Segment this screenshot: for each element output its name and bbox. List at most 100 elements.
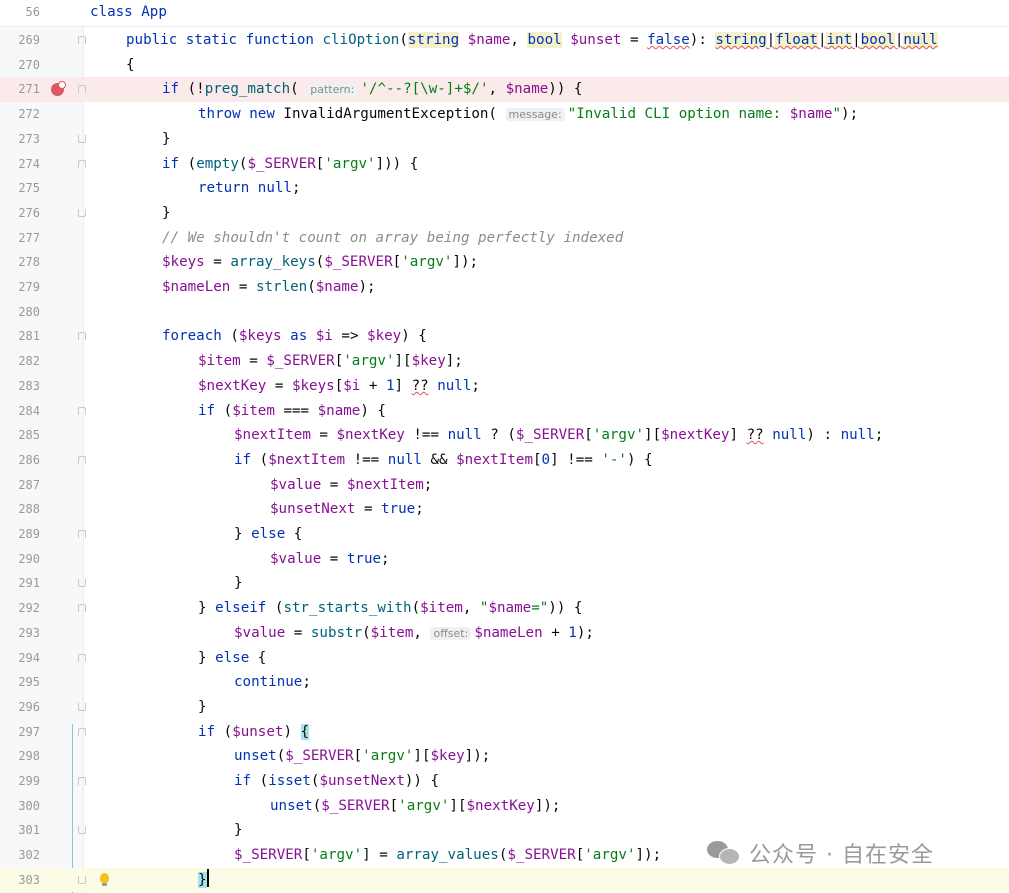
fold-marker-icon[interactable] [78,579,86,588]
line-number: 275 [18,181,40,196]
code-line-285[interactable]: 285 $nextItem = $nextKey !== null ? ($_S… [0,423,1009,448]
code-text: $item = $_SERVER['argv'][$key]; [198,353,463,370]
line-number: 297 [18,724,40,739]
code-line-292[interactable]: 292 } elseif (str_starts_with($item, "$n… [0,596,1009,621]
sticky-line-number: 56 [25,5,40,19]
code-line-303[interactable]: 303 } [0,867,1009,893]
fold-marker-icon[interactable] [78,604,86,613]
code-text: $value = true; [270,550,390,567]
watermark: 公众号 · 自在安全 [707,836,934,870]
fold-marker-icon[interactable] [78,85,86,94]
code-line-273[interactable]: 273 } [0,127,1009,152]
code-line-300[interactable]: 300 unset($_SERVER['argv'][$nextKey]); [0,794,1009,819]
code-text: } [198,868,209,893]
fold-marker-icon[interactable] [78,826,86,835]
code-text: } [162,130,171,147]
line-number: 290 [18,551,40,566]
line-number: 269 [18,33,40,47]
code-line-275[interactable]: 275 return null; [0,176,1009,201]
fold-marker-icon[interactable] [78,727,86,736]
code-text: if ($nextItem !== null && $nextItem[0] !… [234,451,653,468]
code-text: throw new InvalidArgumentException( mess… [198,106,859,123]
code-line-276[interactable]: 276 } [0,201,1009,226]
code-text: if ($unset) { [198,723,310,740]
code-text: } else { [198,649,267,666]
line-number: 291 [18,576,40,591]
code-line-272[interactable]: 272 throw new InvalidArgumentException( … [0,102,1009,127]
fold-marker-icon[interactable] [78,406,86,415]
code-line-296[interactable]: 296 } [0,695,1009,720]
code-line-280[interactable]: 280 [0,300,1009,325]
code-editor[interactable]: 56 class App 269 public static function … [0,0,1009,893]
code-text: // We shouldn't count on array being per… [162,229,624,246]
fold-marker-icon[interactable] [78,134,86,143]
fold-marker-icon[interactable] [78,653,86,662]
fold-marker-icon[interactable] [78,208,86,217]
line-number: 293 [18,625,40,640]
code-line-271[interactable]: 271 if (!preg_match( pattern: '/^--?[\w-]… [0,77,1009,103]
line-number: 270 [18,57,40,72]
breakpoint-icon[interactable] [51,81,66,97]
fold-marker-icon[interactable] [78,455,86,464]
code-line-291[interactable]: 291 } [0,571,1009,596]
code-text: $value = $nextItem; [270,476,433,493]
fold-marker-icon[interactable] [78,777,86,785]
line-number: 285 [18,428,40,443]
code-line-286[interactable]: 286 if ($nextItem !== null && $nextItem[… [0,448,1009,473]
code-line-294[interactable]: 294 } else { [0,646,1009,671]
line-number: 278 [18,255,40,270]
line-number: 303 [18,872,40,887]
code-line-293[interactable]: 293 $value = substr($item, offset: $nameL… [0,621,1009,646]
fold-marker-icon[interactable] [78,875,86,884]
code-line-290[interactable]: 290 $value = true; [0,547,1009,572]
code-text: { [126,56,135,73]
code-text: } elseif (str_starts_with($item, "$name=… [198,600,583,617]
code-line-295[interactable]: 295 continue; [0,670,1009,695]
code-text: $_SERVER['argv'] = array_values($_SERVER… [234,847,662,864]
code-line-298[interactable]: 298 unset($_SERVER['argv'][$key]); [0,744,1009,769]
line-number: 271 [18,82,40,97]
sticky-scope-header[interactable]: 56 class App [0,0,1009,27]
code-line-297[interactable]: 297 if ($unset) { [0,720,1009,745]
fold-marker-icon[interactable] [78,332,86,341]
code-line-278[interactable]: 278 $keys = array_keys($_SERVER['argv'])… [0,250,1009,275]
code-line-299[interactable]: 299 if (isset($unsetNext)) { [0,769,1009,794]
line-number: 287 [18,477,40,492]
line-number: 295 [18,675,40,690]
watermark-text: 公众号 · 自在安全 [749,843,934,868]
line-number: 281 [18,329,40,344]
code-line-282[interactable]: 282 $item = $_SERVER['argv'][$key]; [0,349,1009,374]
wechat-logo-icon [707,839,741,867]
code-text: if (isset($unsetNext)) { [234,773,440,789]
line-number: 284 [18,403,40,418]
code-text: unset($_SERVER['argv'][$nextKey]); [270,797,561,814]
line-number: 277 [18,230,40,245]
code-line-269[interactable]: 269 public static function cliOption(str… [0,28,1009,53]
code-line-287[interactable]: 287 $value = $nextItem; [0,473,1009,498]
fold-marker-icon[interactable] [78,530,86,538]
code-text: } [198,698,207,715]
line-number: 296 [18,699,40,714]
code-line-279[interactable]: 279 $nameLen = strlen($name); [0,275,1009,300]
code-text: } else { [234,526,303,542]
code-line-284[interactable]: 284 if ($item === $name) { [0,399,1009,424]
code-line-277[interactable]: 277 // We shouldn't count on array being… [0,226,1009,251]
code-line-289[interactable]: 289 } else { [0,522,1009,547]
fold-marker-icon[interactable] [78,36,86,44]
code-line-288[interactable]: 288 $unsetNext = true; [0,497,1009,522]
line-number: 272 [18,107,40,122]
line-number: 283 [18,378,40,393]
code-line-283[interactable]: 283 $nextKey = $keys[$i + 1] ?? null; [0,374,1009,399]
code-line-274[interactable]: 274 if (empty($_SERVER['argv'])) { [0,152,1009,177]
code-text: if (empty($_SERVER['argv'])) { [162,155,419,172]
text-cursor [206,868,209,887]
fold-marker-icon[interactable] [78,159,86,168]
lightbulb-icon[interactable] [100,872,109,886]
line-number: 282 [18,354,40,369]
code-line-270[interactable]: 270 { [0,53,1009,78]
line-number: 273 [18,131,40,146]
fold-marker-icon[interactable] [78,702,86,711]
code-text: } [234,822,243,839]
code-line-281[interactable]: 281 foreach ($keys as $i => $key) { [0,324,1009,349]
code-text: $keys = array_keys($_SERVER['argv']); [162,254,479,271]
